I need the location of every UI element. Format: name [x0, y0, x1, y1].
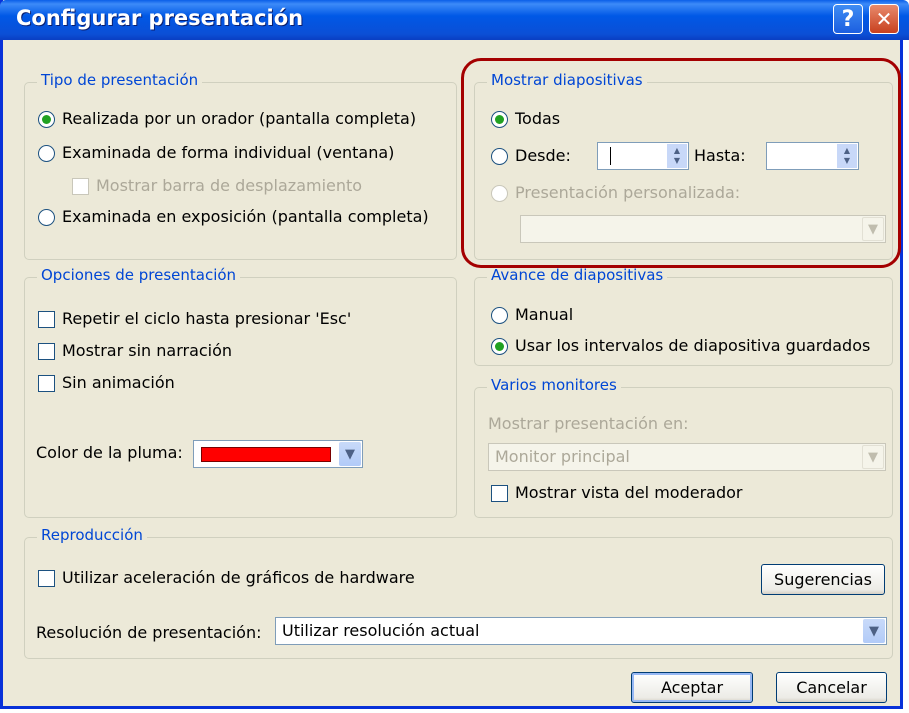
help-icon: ? — [841, 6, 855, 32]
checkbox-sin-animacion[interactable] — [38, 375, 55, 392]
close-icon: ✕ — [875, 7, 893, 31]
group-legend: Reproducción — [37, 526, 147, 544]
dialog-title: Configurar presentación — [16, 6, 304, 30]
group-legend: Avance de diapositivas — [487, 266, 668, 284]
pen-color-swatch — [201, 447, 331, 462]
label-aceleracion: Utilizar aceleración de gráficos de hard… — [62, 568, 415, 587]
title-bar[interactable]: Configurar presentación ? ✕ — [0, 0, 909, 40]
radio-individual[interactable] — [38, 145, 55, 162]
checkbox-aceleracion[interactable] — [38, 570, 55, 587]
group-legend: Opciones de presentación — [37, 266, 241, 284]
radio-manual[interactable] — [491, 307, 508, 324]
pen-color-dropdown[interactable]: ▼ — [193, 440, 363, 468]
label-sin-narracion: Mostrar sin narración — [62, 341, 233, 360]
label-vista-moderador: Mostrar vista del moderador — [515, 483, 743, 502]
radio-orador[interactable] — [38, 111, 55, 128]
label-intervalos: Usar los intervalos de diapositiva guard… — [515, 336, 871, 355]
label-barra-desplazamiento: Mostrar barra de desplazamiento — [96, 176, 363, 195]
checkbox-barra-desplazamiento[interactable] — [72, 178, 89, 195]
sugerencias-button[interactable]: Sugerencias — [761, 564, 885, 595]
monitor-dropdown[interactable]: Monitor principal ▼ — [488, 443, 886, 471]
group-legend: Tipo de presentación — [37, 71, 203, 89]
checkbox-sin-narracion[interactable] — [38, 343, 55, 360]
chevron-down-icon[interactable]: ▼ — [863, 619, 885, 643]
checkbox-repetir[interactable] — [38, 311, 55, 328]
group-legend: Varios monitores — [487, 376, 621, 394]
label-individual: Examinada de forma individual (ventana) — [62, 143, 395, 162]
label-resolucion: Resolución de presentación: — [36, 623, 262, 642]
help-button[interactable]: ? — [833, 4, 863, 34]
chevron-down-icon[interactable]: ▼ — [339, 442, 361, 466]
radio-intervalos[interactable] — [491, 338, 508, 355]
label-sin-animacion: Sin animación — [62, 373, 175, 392]
close-button[interactable]: ✕ — [869, 4, 899, 34]
label-color-pluma: Color de la pluma: — [36, 443, 183, 462]
chevron-down-icon[interactable]: ▼ — [862, 445, 884, 469]
checkbox-vista-moderador[interactable] — [491, 485, 508, 502]
label-exposicion: Examinada en exposición (pantalla comple… — [62, 207, 429, 226]
label-mostrar-en: Mostrar presentación en: — [488, 414, 689, 433]
resolution-value: Utilizar resolución actual — [282, 621, 480, 640]
aceptar-button[interactable]: Aceptar — [631, 672, 753, 703]
cancelar-button[interactable]: Cancelar — [776, 672, 887, 703]
resolution-dropdown[interactable]: Utilizar resolución actual ▼ — [275, 617, 887, 645]
annotation-highlight — [461, 58, 901, 268]
radio-exposicion[interactable] — [38, 209, 55, 226]
label-repetir: Repetir el ciclo hasta presionar 'Esc' — [62, 309, 352, 328]
label-manual: Manual — [515, 305, 574, 324]
label-orador: Realizada por un orador (pantalla comple… — [62, 109, 417, 128]
monitor-value: Monitor principal — [495, 447, 630, 466]
